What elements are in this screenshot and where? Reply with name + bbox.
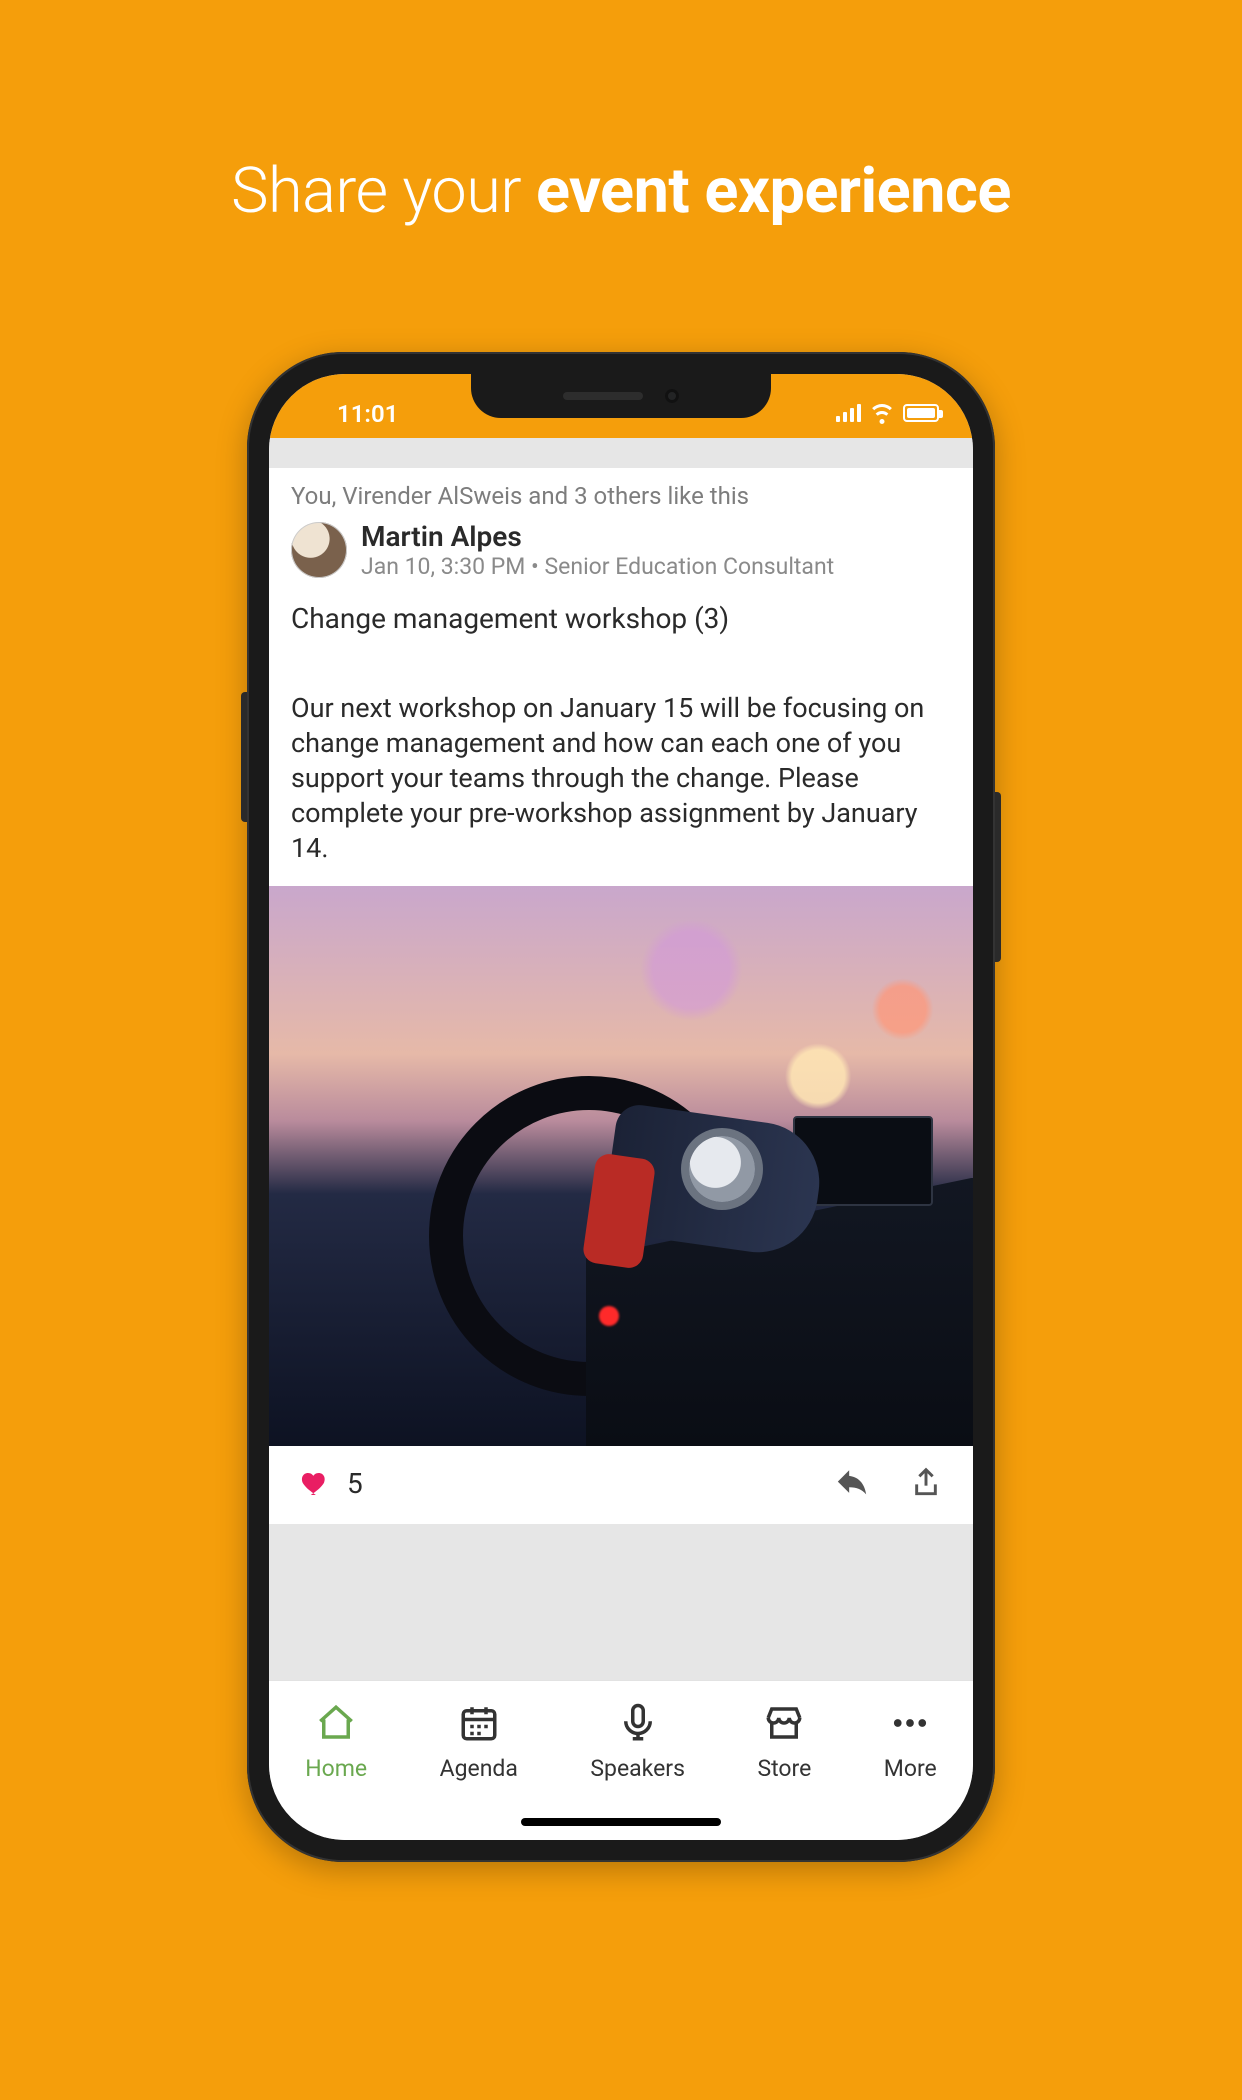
post-timestamp: Jan 10, 3:30 PM <box>361 553 525 580</box>
post-body: Our next workshop on January 15 will be … <box>291 691 951 886</box>
wifi-icon <box>871 402 893 424</box>
cellular-icon <box>836 404 861 422</box>
likes-summary: You, Virender AlSweis and 3 others like … <box>291 468 951 518</box>
tab-agenda[interactable]: Agenda <box>440 1699 518 1782</box>
calendar-icon <box>455 1699 503 1747</box>
avatar[interactable] <box>291 522 347 578</box>
feed-bottom-gap <box>269 1524 973 1680</box>
status-time: 11:01 <box>303 384 423 428</box>
tab-store[interactable]: Store <box>757 1699 811 1782</box>
front-camera <box>665 389 679 403</box>
headline-prefix: Share your <box>231 155 536 228</box>
tab-label: Agenda <box>440 1755 518 1782</box>
reply-icon[interactable] <box>833 1464 871 1502</box>
post-title: Change management workshop (3) <box>291 598 951 691</box>
tab-more[interactable]: More <box>884 1699 937 1782</box>
promo-headline: Share your event experience <box>0 155 1242 228</box>
author-meta-block: Martin Alpes Jan 10, 3:30 PM • Senior Ed… <box>361 520 834 580</box>
microphone-icon <box>614 1699 662 1747</box>
phone-notch <box>471 374 771 418</box>
tab-speakers[interactable]: Speakers <box>590 1699 685 1782</box>
image-watch <box>689 1136 755 1202</box>
headline-bold: event experience <box>536 155 1011 228</box>
meta-separator: • <box>525 553 544 580</box>
feed-top-gap <box>269 438 973 468</box>
home-icon <box>312 1699 360 1747</box>
author-meta: Jan 10, 3:30 PM • Senior Education Consu… <box>361 553 834 580</box>
phone-frame: 11:01 You, Virender AlSweis and 3 others… <box>247 352 995 1862</box>
post-image[interactable] <box>269 886 973 1446</box>
like-count: 5 <box>347 1467 363 1500</box>
tab-label: Store <box>757 1755 811 1782</box>
tab-bar: Home Agenda Speakers Store <box>269 1680 973 1840</box>
store-icon <box>760 1699 808 1747</box>
feed-post: You, Virender AlSweis and 3 others like … <box>269 468 973 1524</box>
share-icon[interactable] <box>907 1464 945 1502</box>
home-indicator[interactable] <box>521 1818 721 1826</box>
status-right <box>836 388 939 424</box>
tab-label: More <box>884 1755 937 1782</box>
post-header[interactable]: Martin Alpes Jan 10, 3:30 PM • Senior Ed… <box>291 518 951 598</box>
tab-label: Speakers <box>590 1755 685 1782</box>
phone-screen: 11:01 You, Virender AlSweis and 3 others… <box>269 374 973 1840</box>
tab-home[interactable]: Home <box>305 1699 367 1782</box>
author-name: Martin Alpes <box>361 520 834 553</box>
tab-label: Home <box>305 1755 367 1782</box>
heart-icon[interactable] <box>297 1464 335 1502</box>
more-icon <box>886 1699 934 1747</box>
like-group[interactable]: 5 <box>297 1464 363 1502</box>
post-actions: 5 <box>291 1446 951 1524</box>
battery-icon <box>903 404 939 422</box>
author-role: Senior Education Consultant <box>545 553 835 580</box>
speaker-slot <box>563 392 643 400</box>
